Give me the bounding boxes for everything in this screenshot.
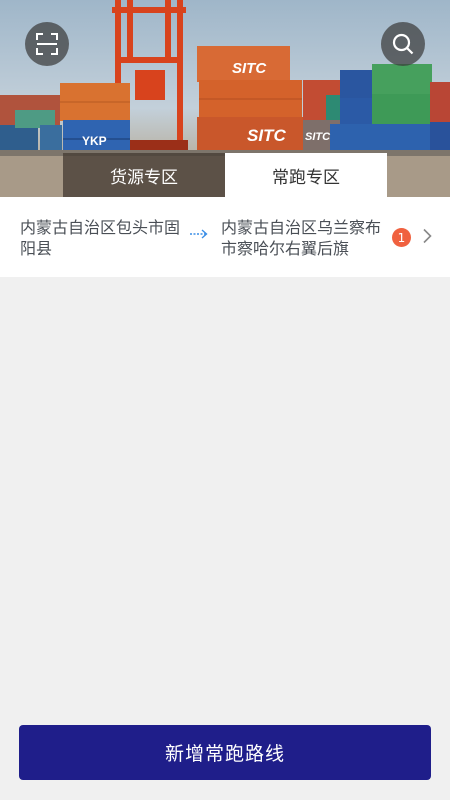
add-regular-route-button[interactable]: 新增常跑路线	[19, 725, 431, 780]
scan-icon	[36, 33, 58, 55]
route-origin: 内蒙古自治区包头市固阳县	[20, 218, 181, 258]
route-count-badge: 1	[392, 228, 411, 247]
tab-label: 货源专区	[110, 167, 178, 188]
tab-cargo-source[interactable]: 货源专区	[63, 153, 225, 197]
container-label: SITC	[305, 131, 331, 143]
search-button[interactable]	[381, 22, 425, 66]
route-card[interactable]: 内蒙古自治区包头市固阳县 内蒙古自治区乌兰察布市察哈尔右翼后旗 1	[0, 197, 450, 277]
tab-regular-routes[interactable]: 常跑专区	[225, 153, 387, 197]
scan-button[interactable]	[25, 22, 69, 66]
add-route-label: 新增常跑路线	[164, 743, 285, 765]
arrow-right-icon	[190, 229, 208, 239]
chevron-right-icon	[423, 228, 432, 244]
search-icon	[392, 33, 414, 55]
route-destination: 内蒙古自治区乌兰察布市察哈尔右翼后旗	[221, 218, 382, 258]
tab-label: 常跑专区	[272, 167, 340, 188]
container-label: YKP	[82, 134, 107, 148]
hero-banner: SITC SITC SITC YKP 货源专区 常跑专区	[0, 0, 450, 197]
container-label: SITC	[247, 126, 286, 145]
container-label: SITC	[232, 60, 267, 77]
